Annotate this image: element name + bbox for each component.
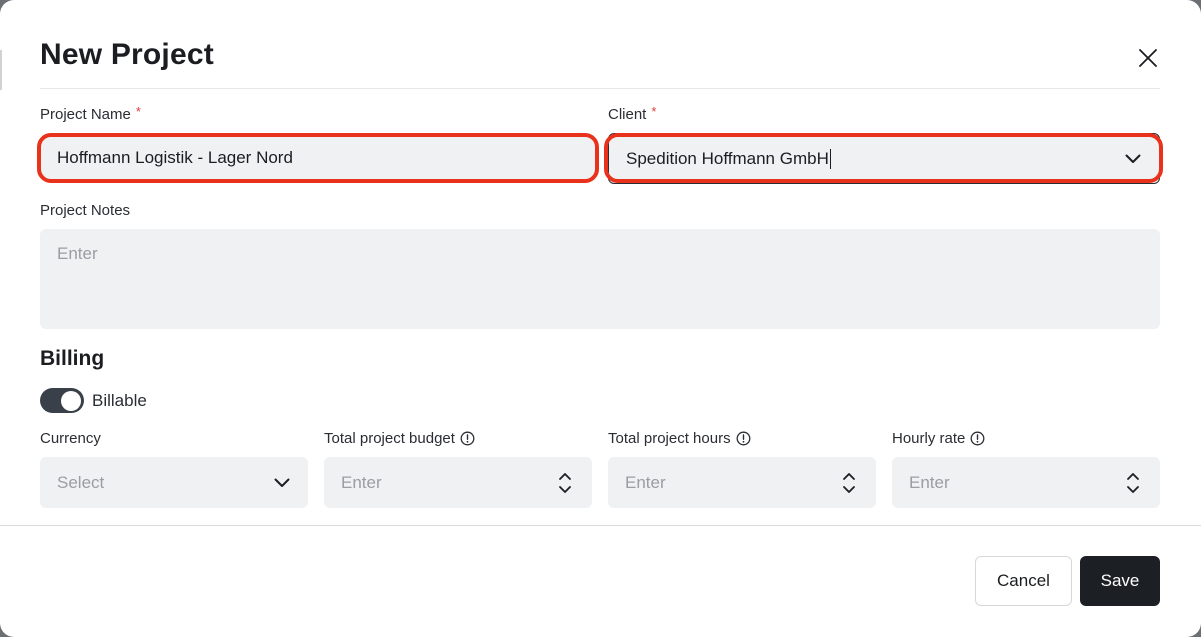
cancel-button[interactable]: Cancel — [975, 556, 1072, 606]
project-name-value: Hoffmann Logistik - Lager Nord — [57, 148, 293, 167]
project-notes-label-text: Project Notes — [40, 202, 131, 219]
backdrop-edge — [0, 50, 2, 90]
info-icon[interactable] — [970, 431, 985, 446]
client-label-text: Client — [608, 106, 647, 123]
stepper-icon[interactable] — [842, 471, 856, 495]
modal-title: New Project — [40, 38, 214, 71]
billable-toggle[interactable] — [40, 388, 84, 413]
client-select[interactable]: Spedition Hoffmann GmbH — [608, 133, 1160, 184]
currency-select[interactable]: Select — [40, 457, 308, 508]
total-hours-input[interactable]: Enter — [608, 457, 876, 508]
total-hours-label: Total project hours — [608, 430, 751, 447]
toggle-knob — [61, 390, 81, 411]
chevron-down-icon — [1125, 154, 1141, 164]
total-budget-label: Total project budget — [324, 430, 475, 447]
total-hours-label-text: Total project hours — [608, 430, 731, 447]
currency-placeholder: Select — [57, 472, 105, 492]
project-name-label-text: Project Name — [40, 106, 131, 123]
total-hours-placeholder: Enter — [625, 472, 666, 492]
billing-section-title: Billing — [40, 347, 105, 370]
save-button[interactable]: Save — [1080, 556, 1160, 606]
currency-label: Currency — [40, 430, 101, 447]
hourly-rate-label: Hourly rate — [892, 430, 985, 447]
new-project-modal: New Project Project Name * Hoffmann Logi… — [0, 0, 1201, 637]
billable-label: Billable — [92, 391, 147, 410]
project-name-label: Project Name * — [40, 104, 141, 123]
close-icon — [1139, 49, 1157, 67]
stepper-icon[interactable] — [1126, 471, 1140, 495]
header-divider — [40, 88, 1160, 89]
total-budget-label-text: Total project budget — [324, 430, 455, 447]
currency-label-text: Currency — [40, 430, 101, 447]
total-budget-placeholder: Enter — [341, 472, 382, 492]
client-label: Client * — [608, 104, 657, 123]
close-button[interactable] — [1134, 44, 1162, 72]
project-name-input[interactable]: Hoffmann Logistik - Lager Nord — [40, 136, 596, 180]
total-budget-input[interactable]: Enter — [324, 457, 592, 508]
required-mark: * — [135, 104, 141, 119]
project-notes-textarea[interactable]: Enter — [40, 229, 1160, 329]
text-caret — [829, 148, 832, 169]
project-notes-placeholder: Enter — [57, 244, 98, 263]
hourly-rate-placeholder: Enter — [909, 472, 950, 492]
info-icon[interactable] — [736, 431, 751, 446]
required-mark: * — [651, 104, 657, 119]
hourly-rate-label-text: Hourly rate — [892, 430, 966, 447]
client-value: Spedition Hoffmann GmbH — [626, 148, 829, 168]
project-notes-label: Project Notes — [40, 202, 130, 219]
info-icon[interactable] — [460, 431, 475, 446]
stepper-icon[interactable] — [558, 471, 572, 495]
hourly-rate-input[interactable]: Enter — [892, 457, 1160, 508]
footer-divider — [0, 525, 1201, 526]
chevron-down-icon — [274, 478, 290, 488]
